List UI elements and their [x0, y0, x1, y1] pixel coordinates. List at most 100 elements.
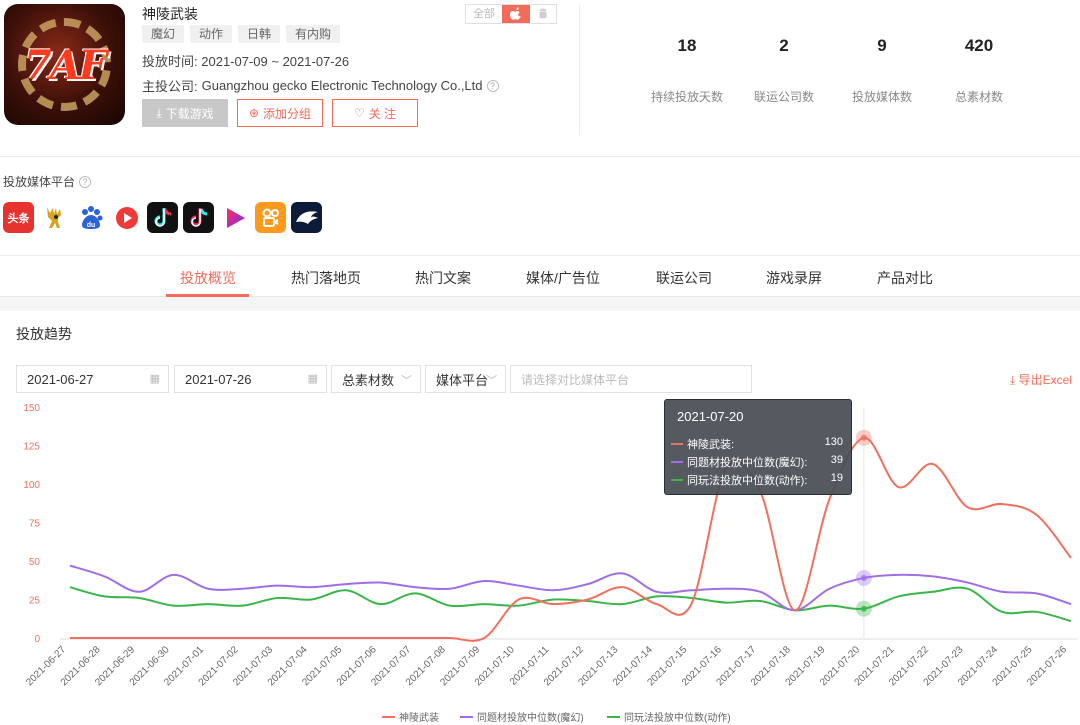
game-tag[interactable]: 有内购: [286, 25, 341, 43]
add-group-button[interactable]: ⊕ 添加分组: [237, 99, 323, 127]
trend-chart: 02550751001251502021-06-272021-06-282021…: [23, 403, 1077, 724]
tab-landing-pages[interactable]: 热门落地页: [291, 268, 361, 288]
tab-bar: 投放概览 热门落地页 热门文案 媒体/广告位 联运公司 游戏录屏 产品对比: [0, 255, 1080, 297]
publisher: 主投公司: Guangzhou gecko Electronic Technol…: [142, 76, 499, 95]
douyin-alt-icon[interactable]: [183, 202, 214, 233]
game-tag[interactable]: 日韩: [238, 25, 281, 43]
platform-switch: 全部: [465, 4, 557, 24]
launch-label: 投放时间:: [142, 54, 198, 69]
header-divider: [579, 4, 580, 134]
series-color-swatch: [671, 479, 683, 481]
game-tag[interactable]: 魔幻: [142, 25, 185, 43]
game-icon-logo: 7AF: [23, 42, 107, 89]
media-platform-list: 头条 du: [3, 202, 322, 233]
chevron-down-icon: ﹀: [401, 375, 412, 387]
platform-all-option[interactable]: 全部: [466, 5, 502, 23]
baidu-icon[interactable]: du: [75, 202, 106, 233]
kuaishou-icon[interactable]: [255, 202, 286, 233]
tab-overview[interactable]: 投放概览: [180, 268, 236, 288]
apple-icon[interactable]: [502, 5, 530, 23]
publisher-label: 主投公司:: [142, 79, 198, 94]
triangle-play-icon[interactable]: [219, 202, 250, 233]
tooltip-row: 同玩法投放中位数(动作): 19: [671, 472, 847, 488]
compare-media-select[interactable]: 请选择对比媒体平台: [510, 365, 752, 393]
launch-range: 2021-07-09 ~ 2021-07-26: [201, 54, 350, 69]
y-tick-label: 0: [34, 634, 40, 645]
stat-days-value: 18: [677, 36, 697, 55]
media-value: 媒体平台: [436, 372, 489, 388]
media-platform-label: 投放媒体平台: [3, 175, 76, 189]
toutiao-icon[interactable]: 头条: [3, 202, 34, 233]
start-date-picker[interactable]: 2021-06-27 ▦: [16, 365, 169, 393]
download-icon: ⤓: [156, 105, 162, 120]
help-icon[interactable]: ?: [79, 175, 92, 188]
game-title: 神陵武装: [142, 6, 198, 22]
play-circle-icon[interactable]: [111, 202, 142, 233]
metric-select[interactable]: 总素材数 ﹀: [331, 365, 421, 393]
y-tick-label: 25: [29, 596, 41, 607]
download-game-button[interactable]: ⤓ 下载游戏: [142, 99, 228, 127]
douyin-icon[interactable]: [147, 202, 178, 233]
game-tag[interactable]: 动作: [190, 25, 233, 43]
eagle-icon[interactable]: [291, 202, 322, 233]
tooltip-row: 神陵武装: 130: [671, 436, 847, 452]
add-group-label: 添加分组: [263, 106, 312, 121]
tab-copywriting[interactable]: 热门文案: [415, 268, 471, 288]
series-color-swatch: [671, 443, 683, 445]
series-line: [69, 586, 1072, 623]
y-tick-label: 75: [29, 519, 41, 530]
legend-label: 神陵武装: [399, 711, 439, 724]
follow-button[interactable]: ♡ 关 注: [332, 99, 418, 127]
tooltip-series-name: 同题材投放中位数(魔幻):: [687, 457, 808, 469]
highlight-point-core: [860, 605, 867, 612]
stat-partners-value: 2: [779, 36, 789, 55]
media-select[interactable]: 媒体平台 ﹀: [425, 365, 506, 393]
follow-label: 关 注: [368, 106, 397, 121]
y-tick-label: 125: [23, 442, 40, 453]
end-date-picker[interactable]: 2021-07-26 ▦: [174, 365, 327, 393]
metric-value: 总素材数: [342, 372, 395, 388]
highlight-point-core: [860, 434, 867, 441]
tooltip-row: 同题材投放中位数(魔幻): 39: [671, 454, 847, 470]
android-icon[interactable]: [530, 5, 556, 23]
start-date-value: 2021-06-27: [27, 371, 94, 387]
stat-media-value: 9: [877, 36, 887, 55]
tooltip-date: 2021-07-20: [677, 409, 744, 424]
stat-materials-label: 总素材数: [954, 90, 1003, 104]
download-game-label: 下载游戏: [165, 106, 214, 121]
stat-materials-value: 420: [964, 36, 994, 55]
svg-text:du: du: [86, 222, 95, 229]
plus-circle-icon: ⊕: [248, 106, 260, 120]
end-date-value: 2021-07-26: [185, 371, 252, 387]
publisher-name[interactable]: Guangzhou gecko Electronic Technology Co…: [202, 78, 483, 93]
y-tick-label: 150: [23, 403, 40, 414]
export-excel-button[interactable]: ⤓ 导出Excel: [1010, 371, 1072, 388]
stat-media-label: 投放媒体数: [851, 90, 912, 104]
tooltip-series-value: 130: [824, 436, 843, 448]
tooltip-series-value: 19: [830, 472, 843, 484]
legend-label: 同玩法投放中位数(动作): [624, 711, 731, 724]
calendar-icon: ▦: [307, 373, 318, 385]
highlight-point-core: [860, 574, 867, 581]
stat-media: 9 投放媒体数: [832, 36, 932, 105]
tooltip-series-value: 39: [830, 454, 843, 466]
tab-partners[interactable]: 联运公司: [656, 268, 712, 288]
stat-materials: 420 总素材数: [929, 36, 1029, 105]
series-line: [69, 436, 1072, 642]
y-tick-label: 100: [23, 480, 40, 491]
section-gap: [0, 297, 1080, 311]
section-title: 投放趋势: [16, 326, 72, 342]
stat-partners: 2 联运公司数: [734, 36, 834, 105]
media-platform-title: 投放媒体平台 ?: [3, 173, 92, 190]
help-icon[interactable]: ?: [486, 79, 499, 92]
tab-media-placement[interactable]: 媒体/广告位: [526, 268, 600, 288]
export-excel-label: 导出Excel: [1018, 373, 1073, 387]
launch-period: 投放时间: 2021-07-09 ~ 2021-07-26: [142, 51, 349, 70]
tab-compare[interactable]: 产品对比: [877, 268, 933, 288]
series-color-swatch: [671, 461, 683, 463]
chevron-down-icon: ﹀: [486, 375, 497, 387]
tab-recordings[interactable]: 游戏录屏: [766, 268, 822, 288]
stat-days: 18 持续投放天数: [637, 36, 737, 105]
deer-icon[interactable]: [39, 202, 70, 233]
stat-partners-label: 联运公司数: [753, 90, 814, 104]
